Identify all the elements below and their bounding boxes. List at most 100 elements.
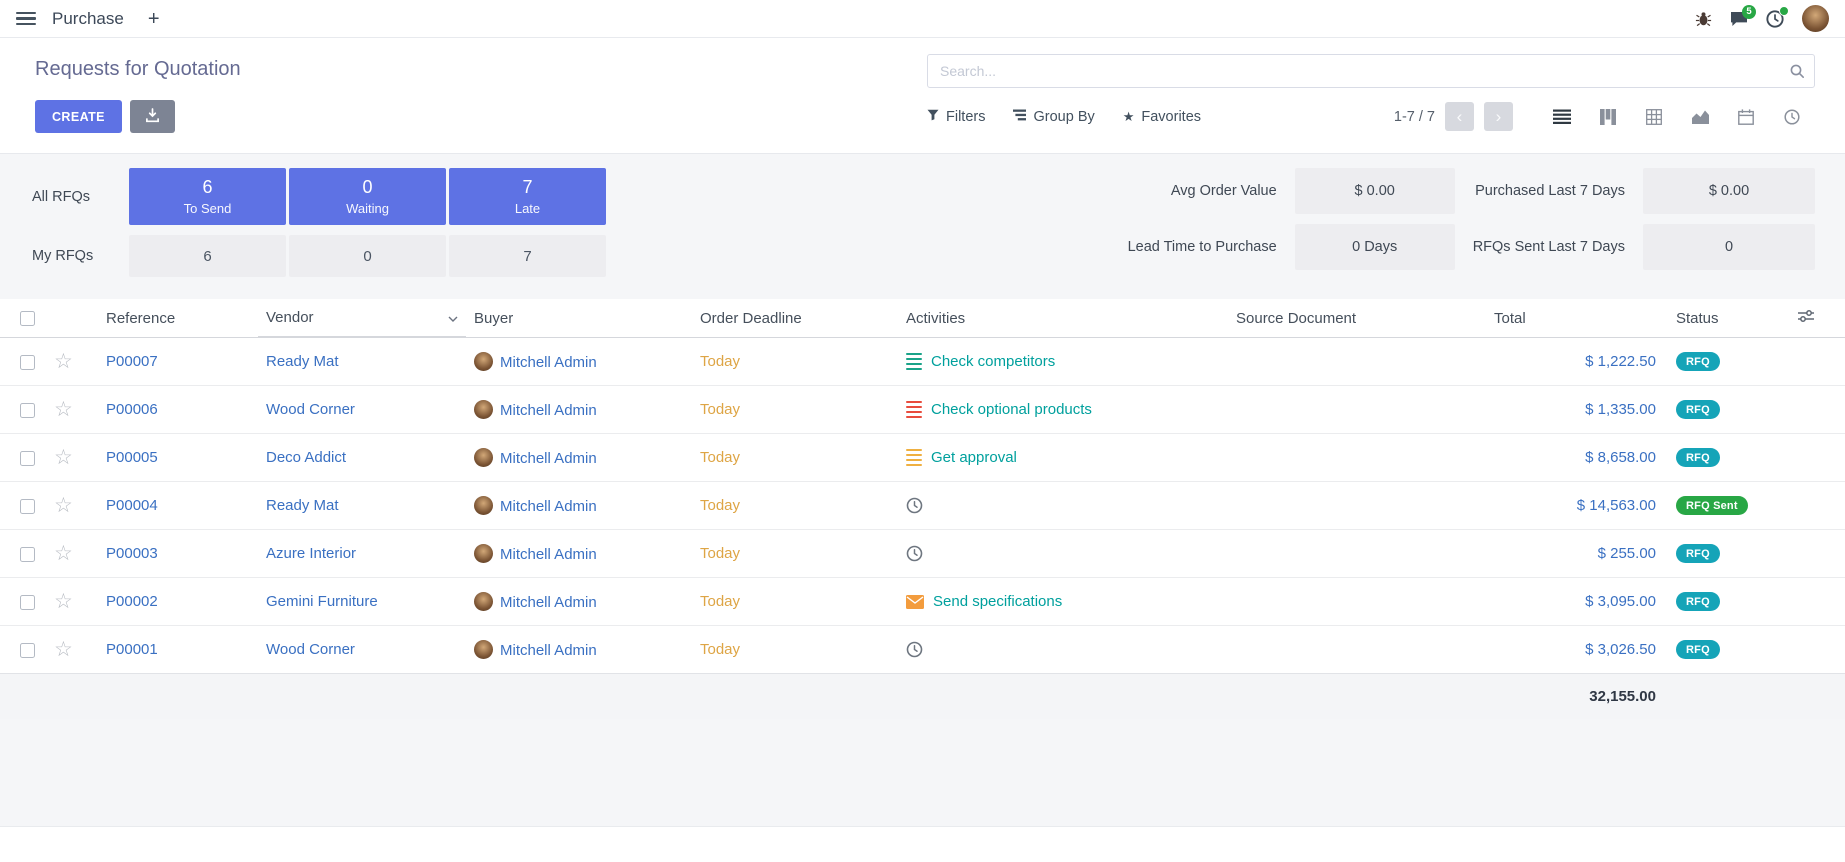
table-row[interactable]: ☆ P00005 Deco Addict Mitchell Admin Toda… <box>0 434 1845 482</box>
my-waiting-count[interactable]: 0 <box>289 235 446 277</box>
reference-link[interactable]: P00003 <box>106 545 158 562</box>
messages-icon[interactable]: 5 <box>1730 11 1748 27</box>
buyer-link[interactable]: Mitchell Admin <box>500 498 597 515</box>
favorite-star-icon[interactable]: ☆ <box>54 638 73 661</box>
card-to-send[interactable]: 6 To Send <box>129 168 286 225</box>
search-input[interactable] <box>927 54 1815 88</box>
vendor-link[interactable]: Azure Interior <box>266 545 356 562</box>
vendor-link[interactable]: Deco Addict <box>266 449 346 466</box>
buyer-link[interactable]: Mitchell Admin <box>500 354 597 371</box>
header-total[interactable]: Total <box>1486 299 1668 338</box>
activity-clock-icon[interactable] <box>906 497 923 514</box>
table-row[interactable]: ☆ P00006 Wood Corner Mitchell Admin Toda… <box>0 386 1845 434</box>
favorites-button[interactable]: ★ Favorites <box>1123 109 1201 125</box>
pager-previous-button[interactable]: ‹ <box>1445 102 1474 131</box>
header-source-document[interactable]: Source Document <box>1228 299 1486 338</box>
to-send-count: 6 <box>202 177 212 198</box>
reference-link[interactable]: P00005 <box>106 449 158 466</box>
menu-icon[interactable] <box>16 12 36 25</box>
row-checkbox[interactable] <box>20 595 35 610</box>
kanban-view-button[interactable] <box>1585 101 1631 133</box>
reference-link[interactable]: P00006 <box>106 401 158 418</box>
favorite-star-icon[interactable]: ☆ <box>54 542 73 565</box>
vendor-link[interactable]: Wood Corner <box>266 641 355 658</box>
pager-next-button[interactable]: › <box>1484 102 1513 131</box>
favorite-star-icon[interactable]: ☆ <box>54 398 73 421</box>
table-row[interactable]: ☆ P00007 Ready Mat Mitchell Admin Today … <box>0 338 1845 386</box>
activity-list-icon[interactable] <box>906 401 922 419</box>
activity-clock-icon[interactable] <box>906 641 923 658</box>
export-button[interactable] <box>130 100 175 133</box>
card-late[interactable]: 7 Late <box>449 168 606 225</box>
calendar-view-button[interactable] <box>1723 101 1769 133</box>
activity-list-icon[interactable] <box>906 449 922 467</box>
favorite-star-icon[interactable]: ☆ <box>54 590 73 613</box>
buyer-link[interactable]: Mitchell Admin <box>500 546 597 563</box>
row-checkbox[interactable] <box>20 451 35 466</box>
vendor-link[interactable]: Ready Mat <box>266 497 339 514</box>
row-checkbox[interactable] <box>20 643 35 658</box>
filters-button[interactable]: Filters <box>927 109 985 125</box>
reference-link[interactable]: P00001 <box>106 641 158 658</box>
header-vendor[interactable]: Vendor <box>258 299 466 337</box>
total-amount: $ 8,658.00 <box>1486 434 1668 482</box>
search-icon[interactable] <box>1789 63 1805 83</box>
buyer-link[interactable]: Mitchell Admin <box>500 642 597 659</box>
header-reference[interactable]: Reference <box>98 299 258 338</box>
row-checkbox[interactable] <box>20 355 35 370</box>
plus-icon[interactable]: + <box>148 9 160 29</box>
select-all-checkbox[interactable] <box>20 311 35 326</box>
late-count: 7 <box>522 177 532 198</box>
my-late-count[interactable]: 7 <box>449 235 606 277</box>
favorite-star-icon[interactable]: ☆ <box>54 494 73 517</box>
header-buyer[interactable]: Buyer <box>466 299 692 338</box>
sort-chevron-icon[interactable] <box>448 309 458 326</box>
table-row[interactable]: ☆ P00002 Gemini Furniture Mitchell Admin… <box>0 578 1845 626</box>
user-avatar[interactable] <box>1802 5 1829 32</box>
activity-mail-icon[interactable] <box>906 595 924 609</box>
row-checkbox[interactable] <box>20 403 35 418</box>
activity-link[interactable]: Send specifications <box>933 593 1062 610</box>
group-by-button[interactable]: Group By <box>1013 109 1094 125</box>
avg-order-value-label: Avg Order Value <box>1128 183 1277 199</box>
header-activities[interactable]: Activities <box>898 299 1228 338</box>
buyer-link[interactable]: Mitchell Admin <box>500 450 597 467</box>
activity-view-button[interactable] <box>1769 101 1815 133</box>
activities-clock-icon[interactable] <box>1766 10 1784 28</box>
graph-view-button[interactable] <box>1677 101 1723 133</box>
optional-columns-icon[interactable] <box>1790 299 1845 338</box>
activity-list-icon[interactable] <box>906 353 922 371</box>
reference-link[interactable]: P00004 <box>106 497 158 514</box>
my-to-send-count[interactable]: 6 <box>129 235 286 277</box>
total-amount: $ 1,335.00 <box>1486 386 1668 434</box>
activity-link[interactable]: Check optional products <box>931 401 1092 418</box>
buyer-link[interactable]: Mitchell Admin <box>500 594 597 611</box>
table-row[interactable]: ☆ P00003 Azure Interior Mitchell Admin T… <box>0 530 1845 578</box>
create-button[interactable]: CREATE <box>35 100 122 133</box>
header-order-deadline[interactable]: Order Deadline <box>692 299 898 338</box>
row-checkbox[interactable] <box>20 499 35 514</box>
list-view-button[interactable] <box>1539 101 1585 133</box>
vendor-link[interactable]: Gemini Furniture <box>266 593 378 610</box>
waiting-label: Waiting <box>346 201 389 216</box>
activities-badge <box>1779 6 1789 16</box>
card-waiting[interactable]: 0 Waiting <box>289 168 446 225</box>
favorite-star-icon[interactable]: ☆ <box>54 446 73 469</box>
vendor-link[interactable]: Ready Mat <box>266 353 339 370</box>
table-row[interactable]: ☆ P00004 Ready Mat Mitchell Admin Today … <box>0 482 1845 530</box>
row-checkbox[interactable] <box>20 547 35 562</box>
activity-link[interactable]: Check competitors <box>931 353 1055 370</box>
debug-bug-icon[interactable] <box>1695 11 1712 27</box>
activity-clock-icon[interactable] <box>906 545 923 562</box>
order-deadline: Today <box>700 497 740 514</box>
reference-link[interactable]: P00007 <box>106 353 158 370</box>
header-status[interactable]: Status <box>1668 299 1790 338</box>
reference-link[interactable]: P00002 <box>106 593 158 610</box>
pivot-view-button[interactable] <box>1631 101 1677 133</box>
buyer-link[interactable]: Mitchell Admin <box>500 402 597 419</box>
table-row[interactable]: ☆ P00001 Wood Corner Mitchell Admin Toda… <box>0 626 1845 674</box>
activity-link[interactable]: Get approval <box>931 449 1017 466</box>
favorite-star-icon[interactable]: ☆ <box>54 350 73 373</box>
app-name[interactable]: Purchase <box>52 9 124 29</box>
vendor-link[interactable]: Wood Corner <box>266 401 355 418</box>
